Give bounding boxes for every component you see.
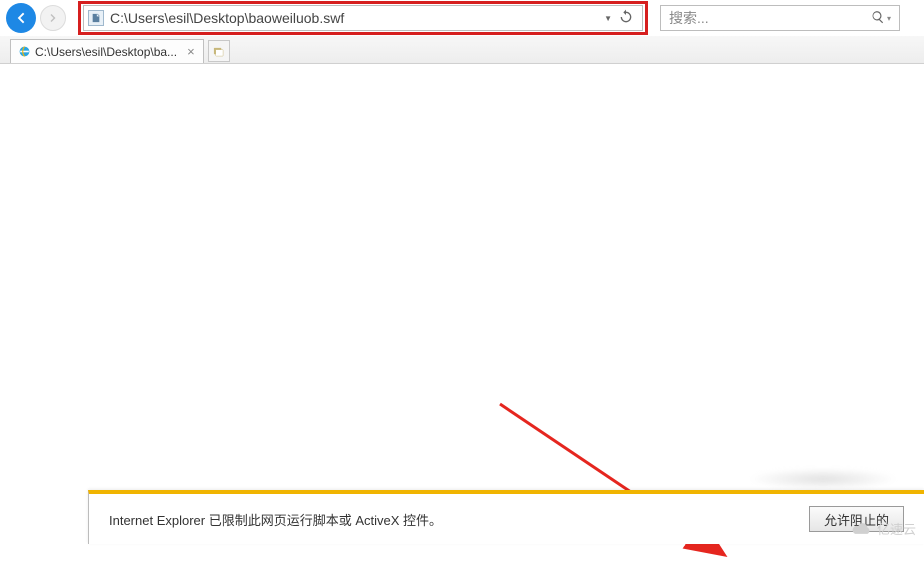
search-dropdown-icon[interactable]: ▾ (887, 14, 891, 23)
ie-icon (17, 45, 31, 59)
search-button[interactable] (871, 10, 885, 27)
new-tab-button[interactable] (208, 40, 230, 62)
forward-button[interactable] (40, 5, 66, 31)
tab-title: C:\Users\esil\Desktop\ba... (35, 45, 177, 59)
address-bar[interactable]: ▼ (83, 5, 643, 31)
chevron-down-icon[interactable]: ▼ (604, 14, 612, 23)
tab-active[interactable]: C:\Users\esil\Desktop\ba... × (10, 39, 204, 63)
address-controls: ▼ (596, 9, 638, 28)
refresh-icon (618, 9, 634, 25)
navigation-bar: ▼ 搜索... ▾ (0, 0, 924, 36)
security-message: Internet Explorer 已限制此网页运行脚本或 ActiveX 控件… (109, 510, 809, 529)
annotation-arrow (490, 394, 750, 574)
address-input[interactable] (110, 10, 596, 26)
refresh-button[interactable] (618, 9, 634, 28)
search-icon (871, 10, 885, 24)
blur-smudge (748, 468, 898, 490)
tab-bar: C:\Users\esil\Desktop\ba... × (0, 36, 924, 64)
allow-blocked-content-button[interactable]: 允许阻止的 (809, 506, 904, 532)
search-box[interactable]: 搜索... ▾ (660, 5, 900, 31)
content-area: Internet Explorer 已限制此网页运行脚本或 ActiveX 控件… (0, 64, 924, 544)
address-bar-highlight: ▼ (78, 1, 648, 35)
activex-security-bar: Internet Explorer 已限制此网页运行脚本或 ActiveX 控件… (88, 490, 924, 544)
back-button[interactable] (6, 3, 36, 33)
page-icon (88, 10, 104, 26)
search-placeholder: 搜索... (669, 8, 871, 28)
new-tab-icon (213, 46, 224, 57)
forward-arrow-icon (47, 12, 59, 24)
back-arrow-icon (13, 10, 29, 26)
close-tab-button[interactable]: × (185, 44, 197, 59)
